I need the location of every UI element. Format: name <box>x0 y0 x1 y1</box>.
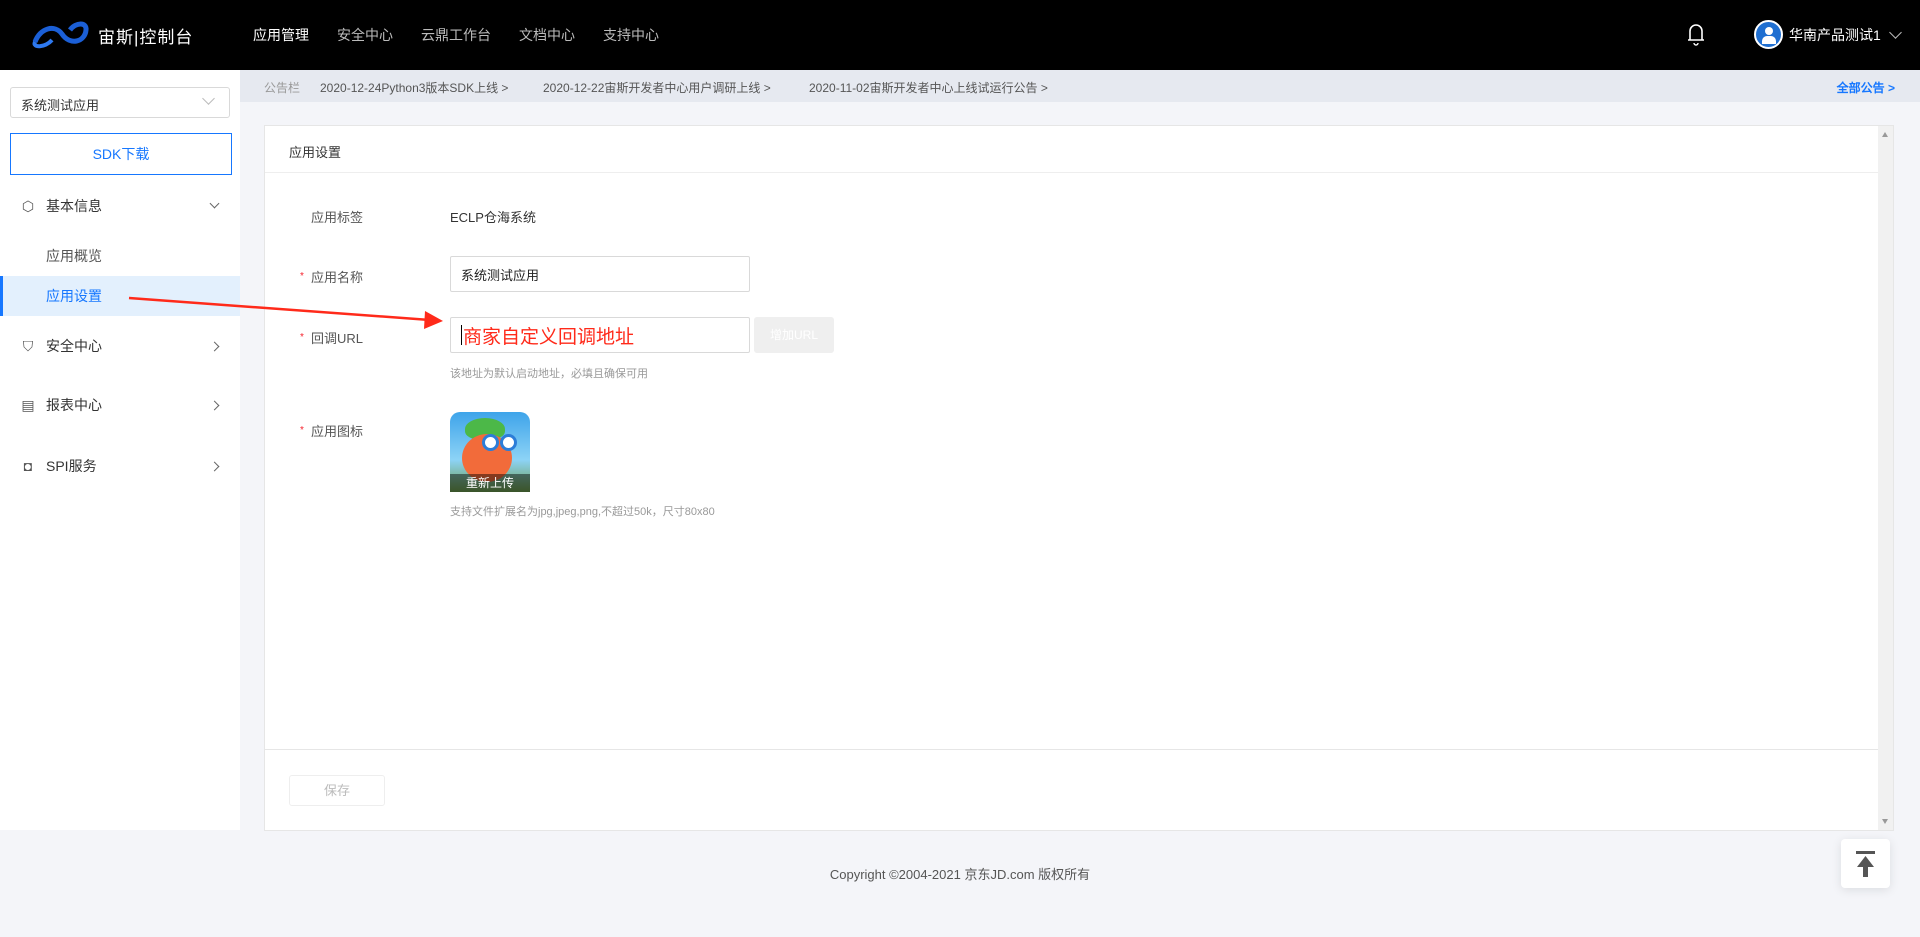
name-label: 应用名称 <box>311 270 364 285</box>
shield-icon: ⛉ <box>22 338 34 354</box>
nav-app-management[interactable]: 应用管理 <box>253 25 309 45</box>
top-header: 宙斯|控制台 应用管理 安全中心 云鼎工作台 文档中心 支持中心 华南产品测试1 <box>0 0 1920 70</box>
tag-value: ECLP仓海系统 <box>450 210 536 225</box>
nav-docs[interactable]: 文档中心 <box>519 25 575 45</box>
icon-hint: 支持文件扩展名为jpg,jpeg,png,不超过50k，尺寸80x80 <box>450 506 715 518</box>
all-notices-link[interactable]: 全部公告 > <box>1837 79 1895 96</box>
scroll-down-icon[interactable] <box>1882 819 1888 824</box>
sidebar: 系统测试应用 SDK下载 ⬡ 基本信息 应用概览 应用设置 ⛉ 安全中心 ▤ 报… <box>0 70 240 830</box>
nav-yunding[interactable]: 云鼎工作台 <box>421 25 491 45</box>
callback-url-value: 商家自定义回调地址 <box>463 326 635 348</box>
divider <box>265 172 1880 173</box>
logo[interactable]: 宙斯|控制台 <box>30 18 193 52</box>
callback-url-input[interactable]: 商家自定义回调地址 <box>450 317 750 353</box>
sidebar-item-reports[interactable]: ▤ 报表中心 <box>0 385 240 425</box>
callback-url-label: 回调URL <box>311 331 364 346</box>
divider <box>265 749 1880 750</box>
cube-icon: ⬡ <box>21 198 35 214</box>
avatar <box>1754 20 1783 49</box>
app-icon-image[interactable]: 重新上传 <box>450 412 530 492</box>
sidebar-item-label: 安全中心 <box>46 338 102 354</box>
logo-text: 宙斯|控制台 <box>98 27 194 47</box>
scroll-up-icon[interactable] <box>1882 132 1888 137</box>
chevron-right-icon <box>209 461 220 471</box>
chevron-down-icon <box>202 92 215 105</box>
back-to-top-button[interactable] <box>1841 839 1890 888</box>
sidebar-item-label: 报表中心 <box>46 397 102 413</box>
chevron-right-icon <box>209 341 220 351</box>
scrollbar[interactable] <box>1878 126 1893 830</box>
copyright: Copyright ©2004-2021 京东JD.com 版权所有 <box>829 867 1091 882</box>
required-mark: * <box>300 332 304 343</box>
sidebar-item-label: 应用设置 <box>46 288 102 304</box>
logo-infinity-icon <box>32 21 89 49</box>
chevron-down-icon <box>1888 25 1902 39</box>
save-button[interactable]: 保存 <box>289 775 385 806</box>
required-mark: * <box>300 425 304 436</box>
notice-label: 公告栏 <box>264 81 301 95</box>
sidebar-item-security[interactable]: ⛉ 安全中心 <box>0 326 240 366</box>
reupload-button[interactable]: 重新上传 <box>450 474 530 492</box>
sidebar-item-label: 基本信息 <box>46 198 102 214</box>
top-nav: 应用管理 安全中心 云鼎工作台 文档中心 支持中心 <box>253 0 659 70</box>
sidebar-item-label: SPI服务 <box>46 458 97 474</box>
tag-label: 应用标签 <box>311 210 364 225</box>
notice-bar: 公告栏 2020-12-24Python3版本SDK上线 > 2020-12-2… <box>240 70 1920 102</box>
arrow-up-to-top-icon <box>1856 851 1875 877</box>
sidebar-item-app-overview[interactable]: 应用概览 <box>0 236 240 276</box>
text-cursor <box>461 325 462 345</box>
notice-item[interactable]: 2020-12-22宙斯开发者中心用户调研上线 > <box>543 79 771 96</box>
bag-icon: ◘ <box>23 458 33 474</box>
card-title: 应用设置 <box>289 145 342 160</box>
app-name-value: 系统测试应用 <box>461 267 540 283</box>
sdk-download-button[interactable]: SDK下载 <box>10 133 232 175</box>
bell-icon[interactable] <box>1686 22 1706 46</box>
app-select[interactable]: 系统测试应用 <box>10 87 230 118</box>
user-menu[interactable]: 华南产品测试1 <box>1754 20 1902 49</box>
app-name-input[interactable]: 系统测试应用 <box>450 256 750 292</box>
required-mark: * <box>300 271 304 282</box>
notice-item[interactable]: 2020-11-02宙斯开发者中心上线试运行公告 > <box>809 79 1048 96</box>
sidebar-item-label: 应用概览 <box>46 248 102 264</box>
sidebar-item-basic-info[interactable]: ⬡ 基本信息 <box>0 186 240 226</box>
chevron-right-icon <box>209 400 220 410</box>
app-icon-label: 应用图标 <box>311 424 364 439</box>
sidebar-item-app-settings[interactable]: 应用设置 <box>0 276 240 316</box>
url-hint: 该地址为默认启动地址，必填且确保可用 <box>450 368 648 380</box>
icon-art <box>500 434 517 451</box>
app-select-value: 系统测试应用 <box>21 98 100 113</box>
app-settings-card: 应用设置 应用标签 ECLP仓海系统 * 应用名称 系统测试应用 * 回调URL… <box>264 125 1894 831</box>
sidebar-item-spi[interactable]: ◘ SPI服务 <box>0 446 240 486</box>
add-url-button[interactable]: 增加URL <box>754 317 834 353</box>
nav-security-center[interactable]: 安全中心 <box>337 25 393 45</box>
user-name: 华南产品测试1 <box>1789 26 1881 43</box>
icon-art <box>482 434 499 451</box>
notice-item[interactable]: 2020-12-24Python3版本SDK上线 > <box>320 79 508 96</box>
nav-support[interactable]: 支持中心 <box>603 25 659 45</box>
chevron-down-icon <box>209 198 220 209</box>
document-icon: ▤ <box>21 397 35 413</box>
